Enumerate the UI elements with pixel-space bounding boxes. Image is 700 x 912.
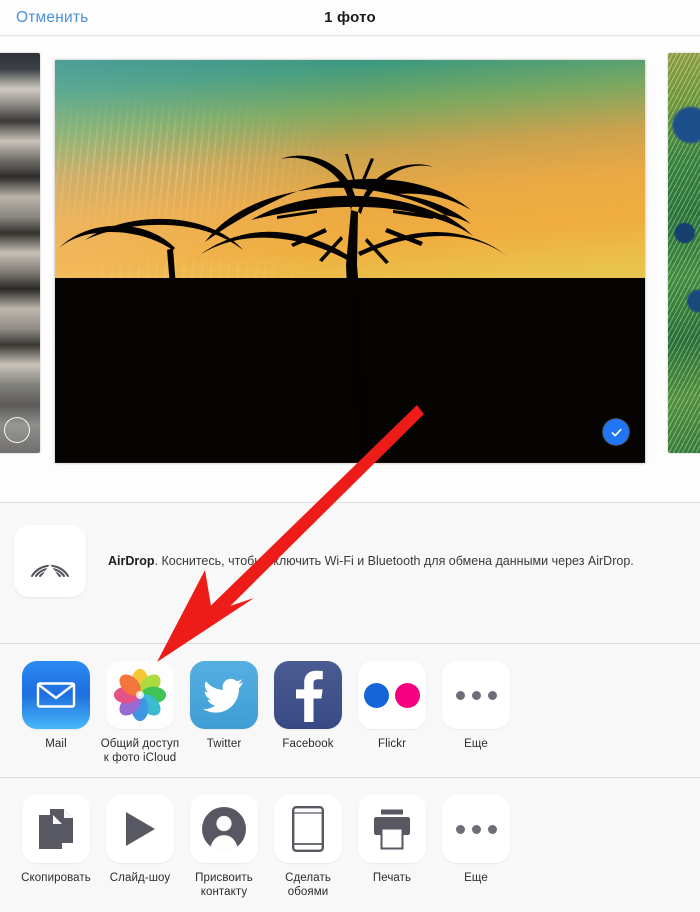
contact-avatar-glyph — [202, 807, 246, 852]
flickr-pink-dot — [395, 682, 420, 708]
copy-pages-glyph — [39, 809, 73, 849]
airdrop-description: AirDrop. Коснитесь, чтобы включить Wi-Fi… — [108, 553, 634, 570]
copy-icon — [22, 795, 90, 863]
action-print[interactable]: Печать — [350, 795, 434, 885]
action-label: Слайд-шоу — [109, 872, 171, 884]
mail-icon — [22, 661, 90, 729]
printer-glyph — [374, 809, 410, 850]
photo-selected-badge[interactable] — [603, 419, 629, 445]
flickr-icon — [358, 661, 426, 729]
actions-row: Скопировать Слайд-шоу Присвоить контакту… — [0, 778, 700, 912]
action-label: Еще — [464, 872, 488, 884]
airdrop-glyph — [30, 564, 70, 580]
page-title: 1 фото — [324, 9, 376, 26]
checkmark-icon — [611, 428, 622, 436]
previous-photo-thumbnail[interactable] — [0, 53, 40, 453]
action-assign-to-contact[interactable]: Присвоить контакту — [182, 795, 266, 900]
share-apps-row: Mail Общий доступ к фото iCloud Twitter … — [0, 644, 700, 777]
play-triangle-glyph — [126, 812, 155, 846]
ellipsis-dot — [455, 824, 465, 834]
share-app-facebook[interactable]: Facebook — [266, 661, 350, 751]
contact-icon — [190, 795, 258, 863]
share-app-mail[interactable]: Mail — [14, 661, 98, 751]
share-app-icloud-photo-sharing[interactable]: Общий доступ к фото iCloud — [98, 661, 182, 766]
action-slideshow[interactable]: Слайд-шоу — [98, 795, 182, 885]
facebook-f-glyph — [296, 670, 323, 722]
ellipsis-dot — [455, 690, 465, 700]
envelope-glyph — [36, 682, 76, 708]
airdrop-icon[interactable] — [14, 525, 86, 597]
cancel-button[interactable]: Отменить — [16, 9, 88, 27]
navigation-bar: Отменить 1 фото — [0, 0, 700, 36]
selected-photo-preview[interactable] — [55, 60, 645, 463]
flickr-blue-dot — [364, 682, 389, 708]
ellipsis-dot — [487, 690, 497, 700]
share-sheet-screen: Отменить 1 фото AirDrop. Коснитесь, чтоб… — [0, 0, 700, 912]
unselected-check-icon[interactable] — [4, 417, 30, 443]
twitter-icon — [190, 661, 258, 729]
printer-icon — [358, 795, 426, 863]
share-app-label: Общий доступ к фото iCloud — [100, 738, 180, 765]
share-app-label: Еще — [464, 738, 488, 750]
share-app-label: Facebook — [282, 738, 334, 750]
more-icon — [442, 661, 510, 729]
twitter-bird-glyph — [203, 678, 243, 713]
airdrop-section[interactable]: AirDrop. Коснитесь, чтобы включить Wi-Fi… — [0, 503, 700, 643]
share-app-flickr[interactable]: Flickr — [350, 661, 434, 751]
facebook-icon — [274, 661, 342, 729]
next-photo-thumbnail[interactable] — [668, 53, 700, 453]
more-icon — [442, 795, 510, 863]
share-app-label: Flickr — [377, 738, 407, 750]
action-label: Присвоить контакту — [195, 872, 253, 899]
share-app-more[interactable]: Еще — [434, 661, 518, 751]
photos-flower-glyph — [113, 668, 167, 722]
action-more[interactable]: Еще — [434, 795, 518, 885]
ellipsis-dot — [487, 824, 497, 834]
share-app-label: Twitter — [206, 738, 242, 750]
share-app-label: Mail — [45, 738, 67, 750]
tree-silhouette — [59, 154, 507, 460]
action-use-as-wallpaper[interactable]: Сделать обоями — [266, 795, 350, 900]
airdrop-title: AirDrop — [108, 553, 155, 568]
wallpaper-icon — [274, 795, 342, 863]
ellipsis-dot — [471, 690, 481, 700]
device-frame-glyph — [292, 806, 324, 852]
action-copy[interactable]: Скопировать — [14, 795, 98, 885]
action-label: Скопировать — [21, 872, 91, 884]
play-icon — [106, 795, 174, 863]
action-label: Печать — [372, 872, 412, 884]
ellipsis-dot — [471, 824, 481, 834]
share-app-twitter[interactable]: Twitter — [182, 661, 266, 751]
icloud-photo-sharing-icon — [106, 661, 174, 729]
action-label: Сделать обоями — [285, 872, 331, 899]
airdrop-hint: . Коснитесь, чтобы включить Wi-Fi и Blue… — [154, 553, 634, 568]
photo-carousel[interactable] — [0, 37, 700, 502]
